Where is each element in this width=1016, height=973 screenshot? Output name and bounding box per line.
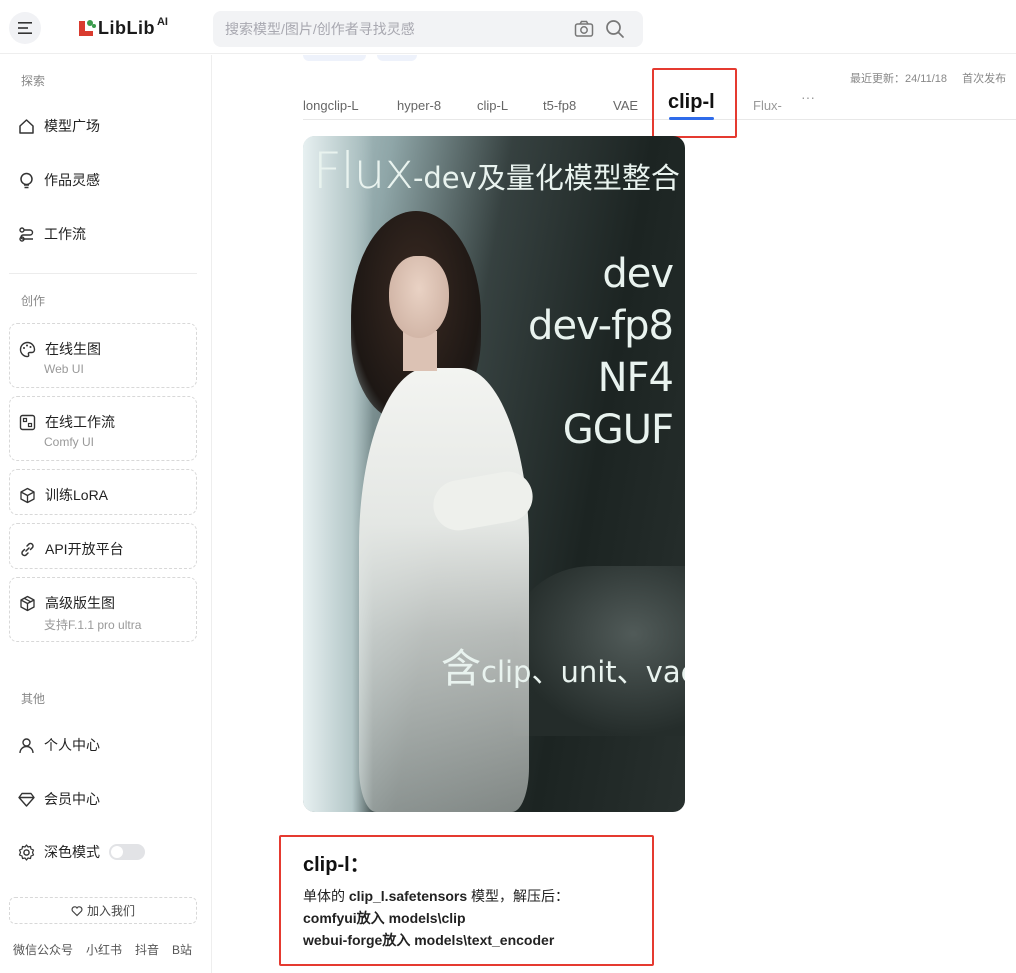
footer-link-bilibili[interactable]: B站 (172, 941, 192, 958)
cover-figure-face (389, 256, 449, 338)
card-title: 在线生图 (19, 339, 101, 359)
tab-longclip-l[interactable]: longclip-L (303, 98, 359, 113)
join-us-button[interactable]: 加入我们 (9, 897, 197, 924)
cube-icon (20, 487, 35, 503)
cover-variant-list: dev dev-fp8 NF4 GGUF (528, 251, 674, 453)
logo-superscript: AI (156, 16, 168, 28)
hamburger-icon (18, 22, 32, 34)
card-subtitle: 支持F.1.1 pro ultra (44, 618, 142, 632)
home-icon (19, 118, 34, 134)
sidebar-item-label: 作品灵感 (44, 172, 100, 188)
logo[interactable]: LibLib AI (76, 16, 168, 40)
palette-icon (19, 341, 36, 357)
logo-mark-icon (76, 17, 96, 39)
sidebar-item-label: 会员中心 (44, 791, 100, 807)
card-api-platform[interactable]: API开放平台 (9, 523, 197, 569)
tag-chip[interactable] (377, 55, 417, 61)
meta-updated: 最近更新：24/11/18 (850, 73, 948, 85)
card-title: 高级版生图 (19, 593, 115, 613)
comfy-icon (19, 414, 36, 430)
card-title: 在线工作流 (19, 412, 115, 432)
tab-vae[interactable]: VAE (613, 98, 638, 113)
sidebar-item-profile[interactable]: 个人中心 (18, 734, 100, 756)
sidebar-item-label: 模型广场 (44, 118, 100, 134)
sidebar-item-label: 工作流 (44, 226, 86, 242)
card-online-workflow[interactable]: 在线工作流 Comfy UI (9, 396, 197, 461)
tabs-fade (833, 85, 873, 119)
diamond-icon (18, 792, 35, 807)
sidebar-item-membership[interactable]: 会员中心 (18, 788, 100, 810)
menu-button[interactable] (9, 12, 41, 44)
footer-links: 微信公众号 小红书 抖音 B站 (13, 941, 205, 958)
model-meta: 最近更新：24/11/18 首次发布 (850, 70, 1016, 86)
sidebar-item-label: 个人中心 (44, 737, 100, 753)
logo-text: LibLib (98, 17, 155, 38)
tab-flux[interactable]: Flux- (753, 98, 782, 113)
divider (9, 273, 197, 274)
tab-t5-fp8[interactable]: t5-fp8 (543, 98, 576, 113)
search-input[interactable] (225, 11, 565, 47)
card-subtitle: Web UI (44, 362, 84, 376)
cover-includes: 含clip、unit、vae (441, 646, 685, 692)
tag-chip[interactable] (303, 55, 366, 61)
box-icon (20, 595, 35, 611)
highlight-box-description (279, 835, 654, 966)
card-advanced-generate[interactable]: 高级版生图 支持F.1.1 pro ultra (9, 577, 197, 642)
sidebar: 探索 模型广场 作品灵感 工作流 创作 在线生图 Web UI 在线工作流 Co… (0, 55, 212, 973)
sidebar-item-model-square[interactable]: 模型广场 (18, 115, 100, 137)
highlight-box-tab (652, 68, 737, 138)
link-icon (21, 542, 34, 556)
card-online-generate[interactable]: 在线生图 Web UI (9, 323, 197, 388)
top-bar: LibLib AI (0, 0, 1016, 54)
card-subtitle: Comfy UI (44, 435, 95, 449)
tab-hyper-8[interactable]: hyper-8 (397, 98, 441, 113)
cover-image[interactable]: Flux-dev及量化模型整合 dev dev-fp8 NF4 GGUF 含cl… (303, 136, 685, 812)
camera-icon[interactable] (574, 20, 594, 38)
sidebar-item-label: 深色模式 (44, 844, 100, 860)
dark-mode-toggle[interactable] (109, 844, 145, 860)
meta-first-release: 首次发布 (962, 73, 1007, 85)
gear-icon (18, 843, 35, 861)
heart-icon (71, 905, 83, 916)
card-title: 训练LoRA (19, 485, 108, 505)
sidebar-item-dark-mode: 深色模式 (18, 841, 145, 863)
search-icon[interactable] (605, 19, 625, 39)
bulb-icon (20, 172, 33, 188)
card-title: API开放平台 (19, 539, 124, 559)
section-title-other: 其他 (21, 692, 46, 706)
section-title-create: 创作 (21, 294, 46, 308)
section-title-explore: 探索 (21, 74, 46, 88)
card-train-lora[interactable]: 训练LoRA (9, 469, 197, 515)
sidebar-item-inspiration[interactable]: 作品灵感 (18, 169, 100, 191)
tabs-more-button[interactable]: ··· (801, 89, 815, 105)
user-icon (19, 737, 34, 753)
footer-link-douyin[interactable]: 抖音 (135, 941, 159, 958)
tab-clip-L[interactable]: clip-L (477, 98, 508, 113)
footer-link-xiaohongshu[interactable]: 小红书 (86, 941, 122, 958)
main-content: longclip-L hyper-8 clip-L t5-fp8 VAE cli… (213, 55, 1016, 973)
footer-link-wechat[interactable]: 微信公众号 (13, 941, 73, 958)
cover-figure-dress (359, 368, 529, 812)
search-bar (213, 11, 643, 47)
workflow-icon (19, 226, 34, 242)
cover-title: Flux-dev及量化模型整合 (313, 142, 680, 200)
sidebar-item-workflow[interactable]: 工作流 (18, 223, 86, 245)
